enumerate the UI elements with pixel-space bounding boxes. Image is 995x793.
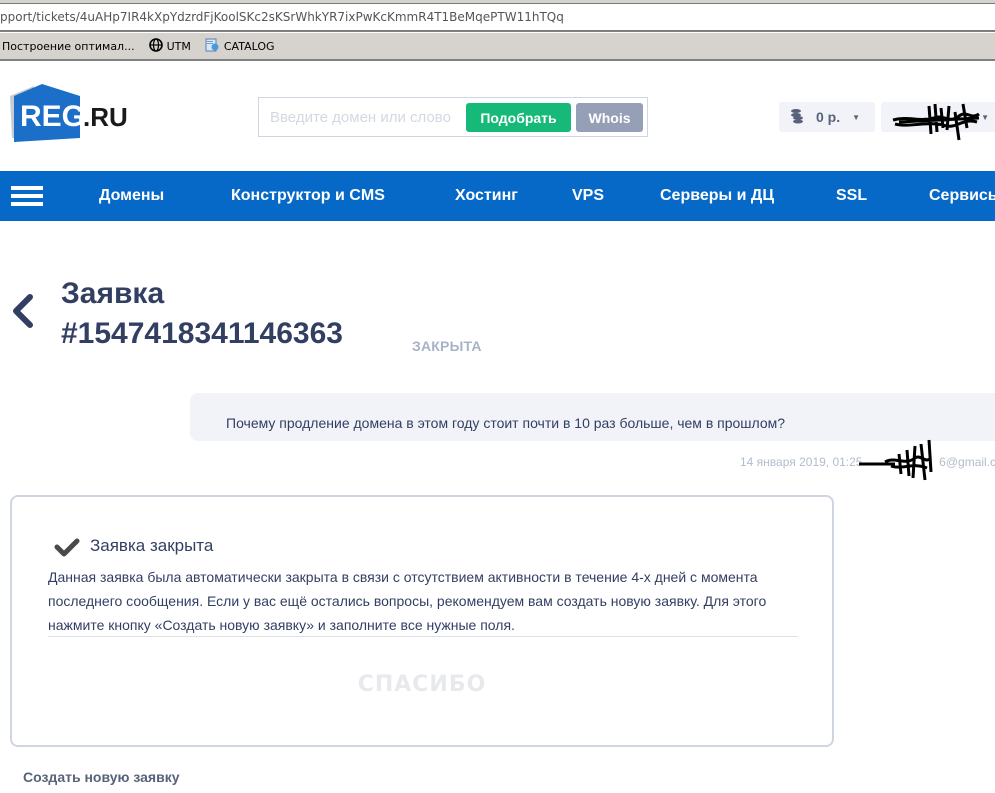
chevron-down-icon: ▼ [852, 112, 861, 122]
ticket-closed-card: Заявка закрыта Данная заявка была автома… [10, 495, 834, 747]
create-new-ticket-link[interactable]: Создать новую заявку [23, 769, 180, 785]
message-text: Почему продление домена в этом году стои… [226, 415, 786, 431]
address-bar-row: pport/tickets/4uAHp7IR4kXpYdzrdFjKoolSKc… [0, 0, 995, 32]
thanks-watermark: СПАСИБО [357, 672, 487, 697]
main-nav: Домены Конструктор и CMS Хостинг VPS Сер… [0, 171, 995, 221]
domain-search-input[interactable] [259, 98, 464, 136]
balance-amount: 0 р. [816, 109, 841, 125]
nav-item-domains[interactable]: Домены [99, 171, 164, 221]
menu-hamburger-icon[interactable] [11, 186, 43, 206]
ticket-number: #1547418341146363 [61, 317, 343, 350]
account-dropdown[interactable]: ▼ [881, 102, 995, 141]
catalog-icon [205, 38, 220, 55]
bookmarks-bar: Построение оптимал... UTM CATALOG [0, 33, 995, 61]
redacted-account-scribble [892, 103, 980, 141]
redacted-email-scribble [859, 439, 933, 481]
nav-item-services[interactable]: Сервисы [929, 171, 995, 221]
balance-dropdown[interactable]: 0 р. ▼ [779, 102, 875, 132]
globe-icon [148, 37, 163, 55]
nav-item-servers-dc[interactable]: Серверы и ДЦ [660, 171, 774, 221]
divider [48, 636, 798, 637]
logo-main-text: REG [20, 100, 85, 133]
pick-domain-button[interactable]: Подобрать [466, 103, 571, 132]
logo-suffix-text: .RU [83, 102, 128, 132]
nav-item-hosting[interactable]: Хостинг [455, 171, 518, 221]
url-field[interactable]: pport/tickets/4uAHp7IR4kXpYdzrdFjKoolSKc… [0, 3, 995, 31]
domain-search-box: Подобрать Whois [258, 97, 648, 137]
card-body-text: Данная заявка была автоматически закрыта… [48, 569, 767, 633]
bookmark-label: UTM [166, 39, 191, 53]
whois-button[interactable]: Whois [576, 103, 643, 132]
reg-ru-logo[interactable]: REG .RU [8, 82, 138, 144]
nav-item-ssl[interactable]: SSL [836, 171, 867, 221]
back-chevron-icon[interactable] [10, 294, 34, 328]
bookmark-item[interactable]: Построение оптимал... [2, 40, 135, 53]
page-title: Заявка #1547418341146363 [61, 274, 343, 354]
message-date: 14 января 2019, 01:25 [740, 455, 863, 469]
card-title: Заявка закрыта [90, 536, 214, 555]
chevron-down-icon: ▼ [981, 113, 989, 122]
bookmark-item[interactable]: UTM [148, 37, 191, 55]
checkmark-icon [54, 537, 80, 562]
status-badge: ЗАКРЫТА [412, 338, 482, 354]
coins-icon [790, 108, 804, 127]
nav-item-vps[interactable]: VPS [572, 171, 604, 221]
bookmark-item[interactable]: CATALOG [205, 38, 275, 55]
bookmark-label: Построение оптимал... [2, 39, 135, 53]
title-line-1: Заявка [61, 277, 165, 310]
nav-item-builder-cms[interactable]: Конструктор и CMS [231, 171, 385, 221]
message-bubble: Почему продление домена в этом году стои… [190, 393, 995, 441]
bookmark-label: CATALOG [223, 39, 275, 53]
message-author: 6@gmail.c [939, 455, 995, 469]
